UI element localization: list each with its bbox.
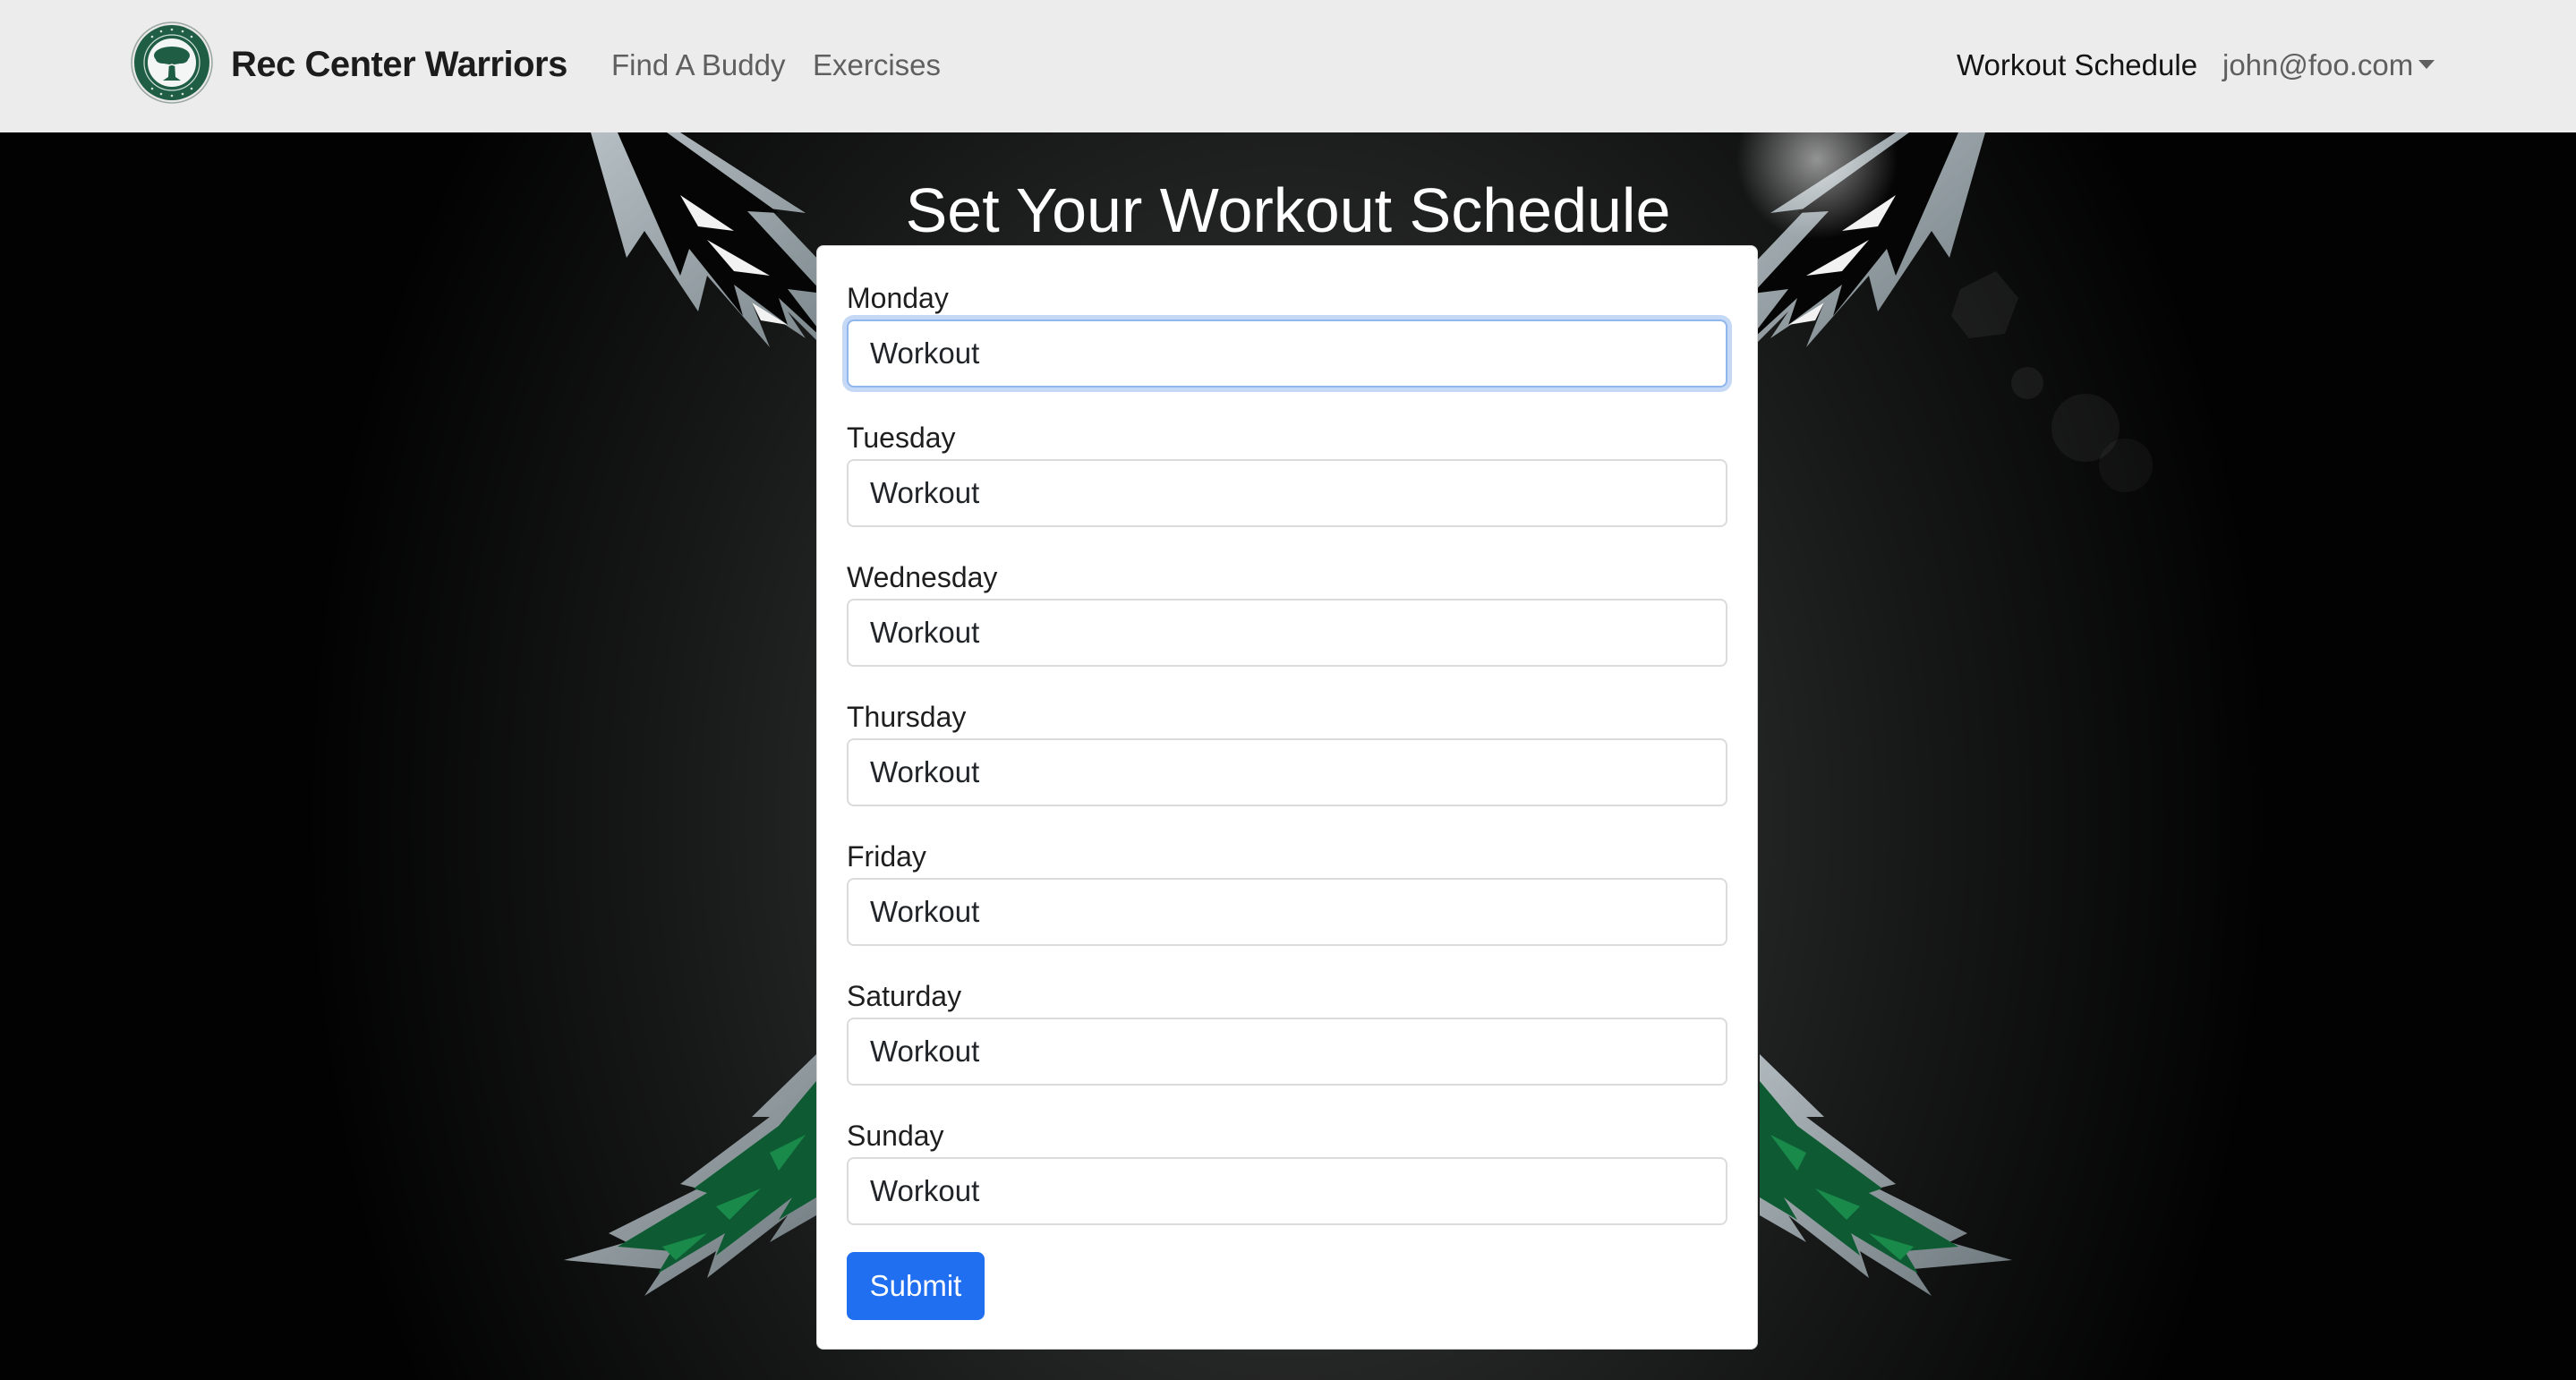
nav-link-find-a-buddy[interactable]: Find A Buddy (611, 43, 785, 88)
caret-down-icon (2418, 60, 2435, 70)
submit-button[interactable]: Submit (847, 1252, 985, 1320)
saturday-input[interactable] (847, 1018, 1727, 1086)
thursday-input[interactable] (847, 738, 1727, 806)
saturday-label: Saturday (847, 980, 962, 1012)
monday-label: Monday (847, 282, 949, 314)
field-sunday: Sunday (847, 1116, 1727, 1225)
friday-label: Friday (847, 840, 926, 873)
sunday-input[interactable] (847, 1157, 1727, 1225)
friday-input[interactable] (847, 878, 1727, 946)
thursday-label: Thursday (847, 701, 967, 733)
workout-schedule-form: Monday Tuesday Wednesday Thursday Friday… (816, 245, 1758, 1350)
field-saturday: Saturday (847, 976, 1727, 1086)
field-wednesday: Wednesday (847, 558, 1727, 667)
wednesday-input[interactable] (847, 599, 1727, 667)
page-title: Set Your Workout Schedule (905, 175, 1671, 245)
tuesday-label: Tuesday (847, 422, 956, 454)
user-menu-dropdown[interactable]: john@foo.com (2222, 43, 2435, 88)
wednesday-label: Wednesday (847, 561, 998, 593)
navbar: Rec Center Warriors Find A Buddy Exercis… (0, 0, 2576, 133)
hero-section: Set Your Workout Schedule Monday Tuesday… (0, 132, 2576, 1380)
field-tuesday: Tuesday (847, 418, 1727, 527)
nav-link-workout-schedule[interactable]: Workout Schedule (1957, 43, 2197, 88)
sunday-label: Sunday (847, 1120, 944, 1152)
field-monday: Monday (847, 278, 1727, 388)
field-friday: Friday (847, 837, 1727, 946)
tuesday-input[interactable] (847, 459, 1727, 527)
nav-link-exercises[interactable]: Exercises (813, 43, 941, 88)
campus-center-tree-logo-icon[interactable] (131, 21, 213, 104)
monday-input[interactable] (847, 319, 1727, 388)
brand-name[interactable]: Rec Center Warriors (231, 41, 567, 88)
user-email: john@foo.com (2222, 48, 2414, 81)
field-thursday: Thursday (847, 697, 1727, 806)
